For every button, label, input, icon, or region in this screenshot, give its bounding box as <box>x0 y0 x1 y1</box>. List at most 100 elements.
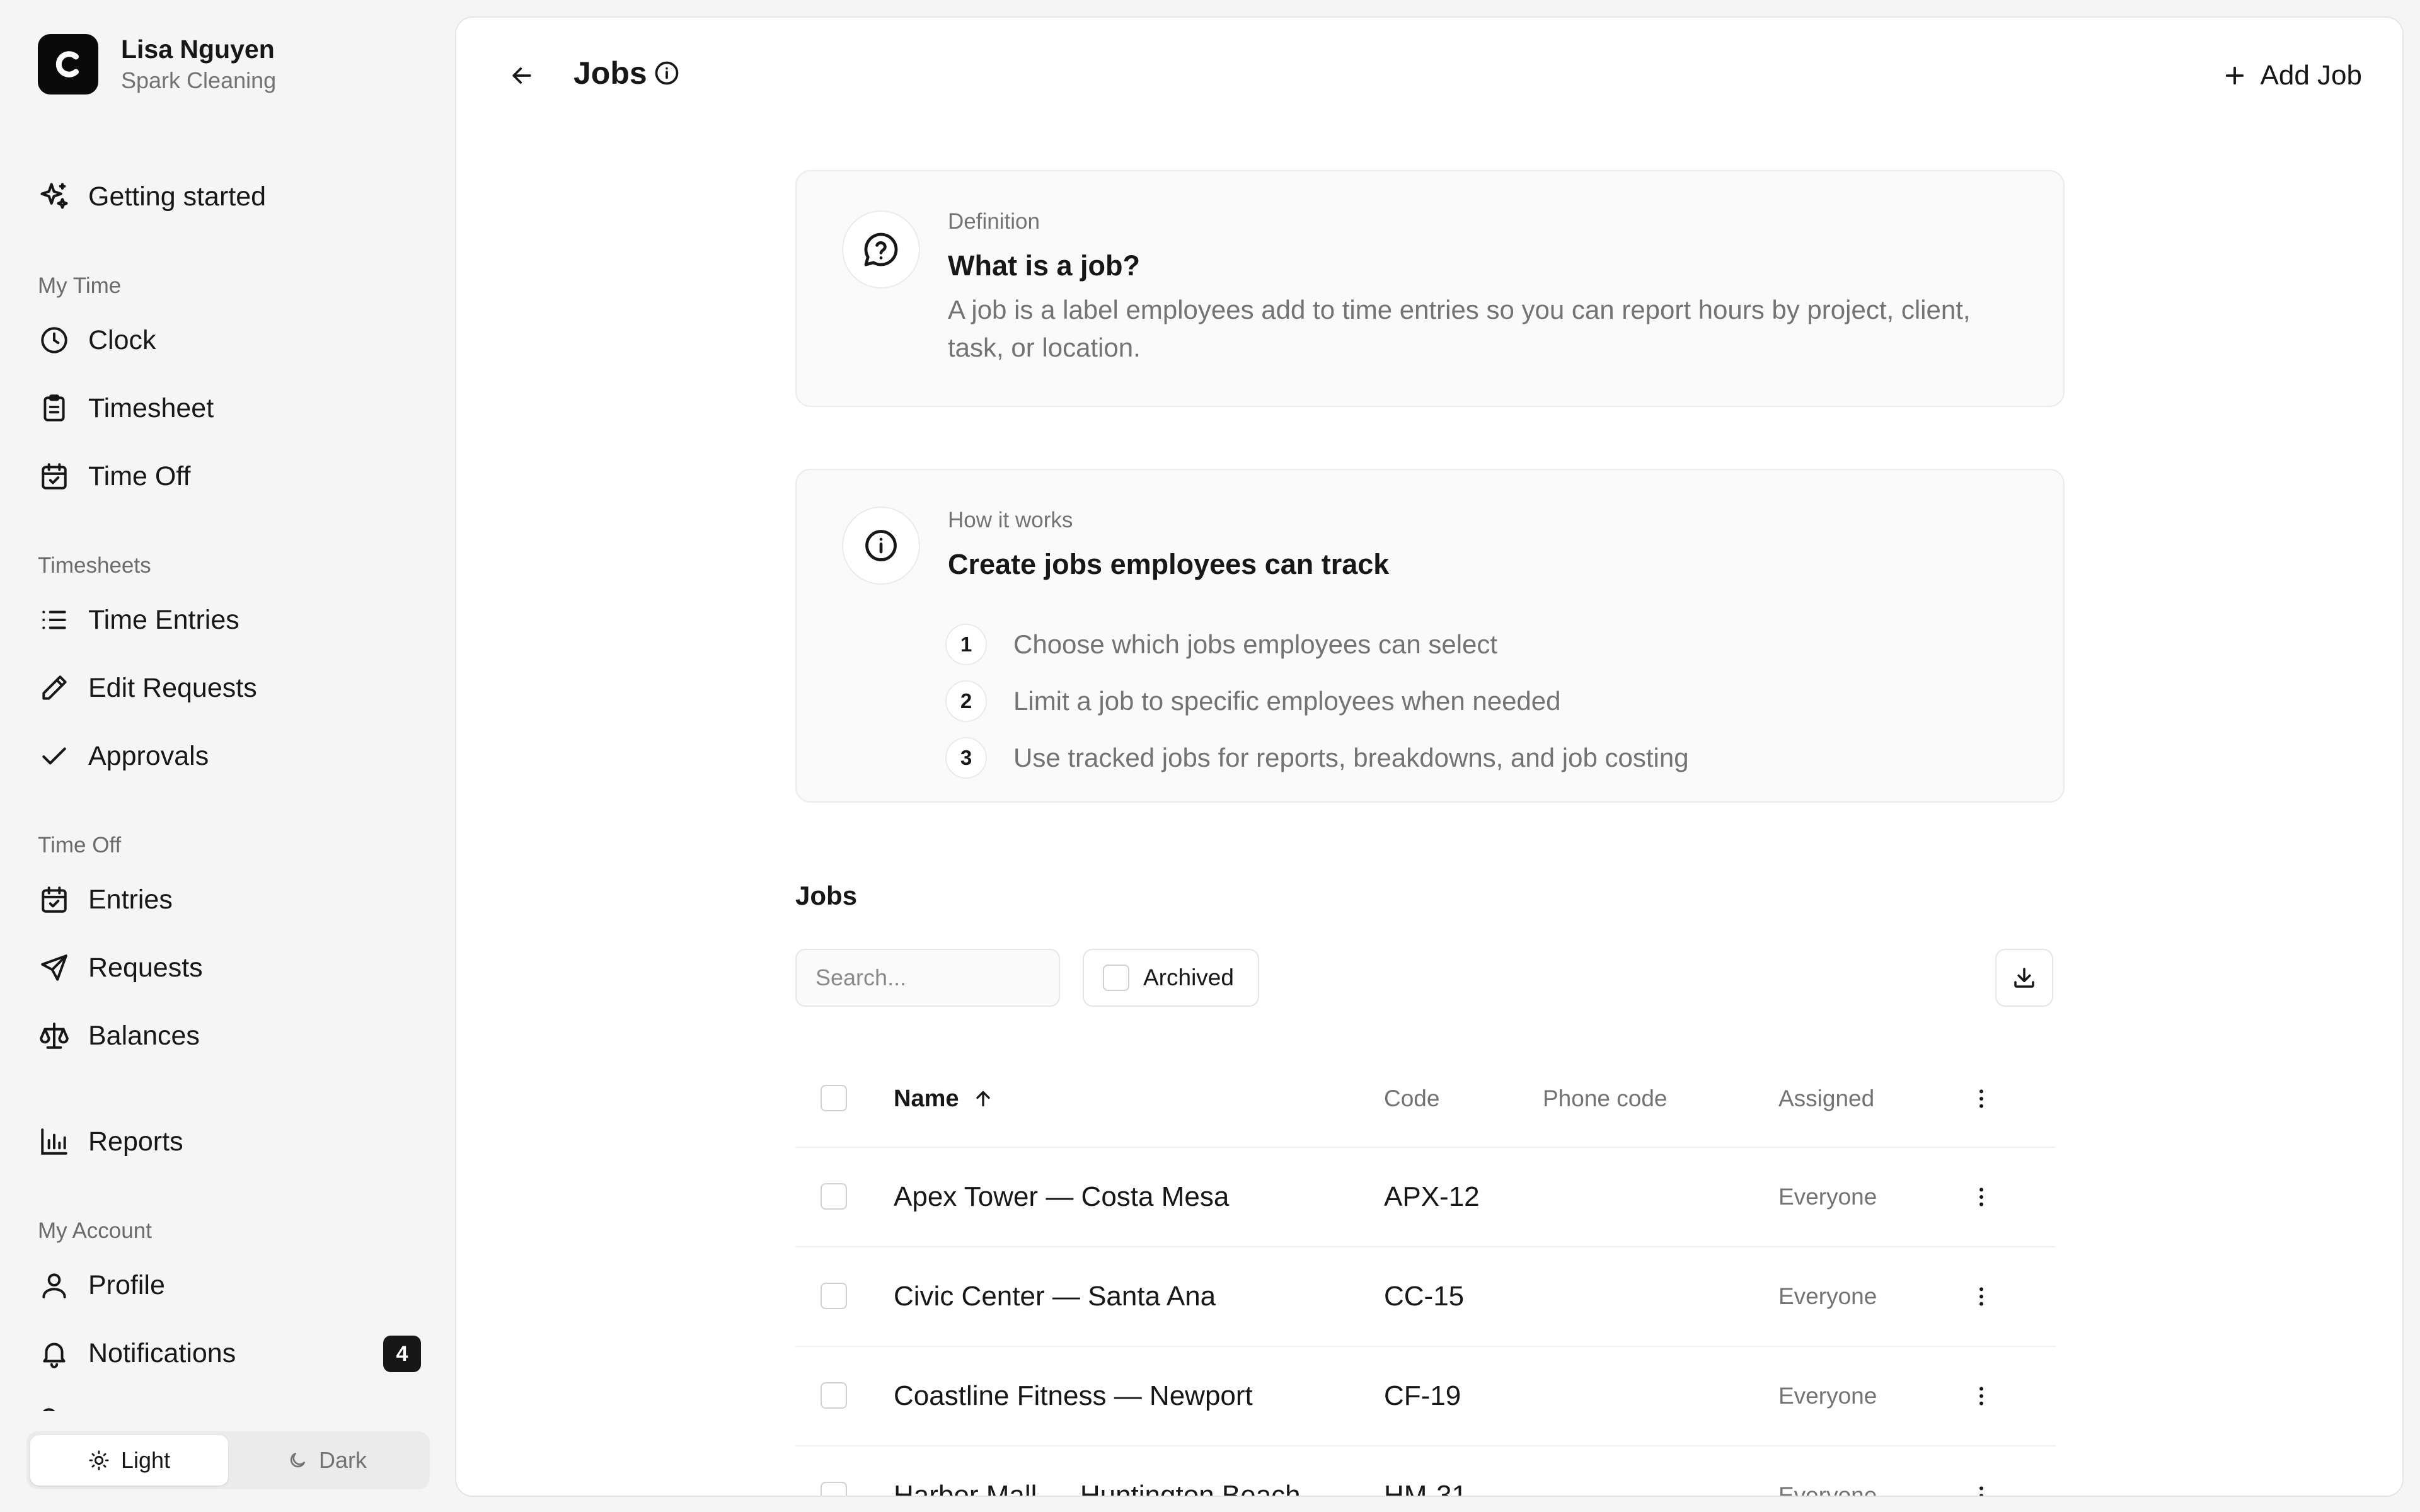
job-name: Apex Tower — Costa Mesa <box>894 1181 1230 1212</box>
column-label: Name <box>894 1085 959 1112</box>
archived-checkbox[interactable] <box>1103 965 1129 991</box>
theme-light-label: Light <box>120 1447 171 1473</box>
step-text: Choose which jobs employees can select <box>1013 629 1498 659</box>
moon-icon <box>290 1453 305 1468</box>
sidebar-item-label: Entries <box>88 884 173 915</box>
theme-dark-button[interactable]: Dark <box>228 1435 426 1486</box>
sidebar-item-time-entries[interactable]: Time Entries <box>28 591 431 649</box>
select-all-checkbox[interactable] <box>821 1085 847 1111</box>
sidebar-item-profile[interactable]: Profile <box>28 1256 431 1314</box>
info-icon[interactable] <box>653 59 681 90</box>
send-icon <box>38 951 71 984</box>
sun-icon <box>89 1450 109 1470</box>
arrow-left-icon <box>512 67 531 84</box>
row-menu-button[interactable] <box>1961 1446 2002 1496</box>
column-header-assigned[interactable]: Assigned <box>1778 1051 1874 1147</box>
sidebar-item-label: Clock <box>88 324 156 355</box>
row-menu-button[interactable] <box>1961 1347 2002 1445</box>
sidebar-item-requests[interactable]: Requests <box>28 939 431 997</box>
sidebar-item-label: Notifications <box>88 1337 236 1368</box>
sidebar-nav: Getting started My Time Clock Timesheet <box>0 0 455 1411</box>
add-job-label: Add Job <box>2260 60 2362 91</box>
sidebar-item-approvals[interactable]: Approvals <box>28 727 431 785</box>
job-code: CF-19 <box>1384 1380 1461 1411</box>
search-input[interactable] <box>795 949 1060 1007</box>
job-code: HM-31 <box>1384 1480 1468 1497</box>
sidebar-item-label: API Keys <box>88 1406 200 1412</box>
sidebar-item-balances[interactable]: Balances <box>28 1007 431 1065</box>
check-icon <box>38 740 71 772</box>
definition-eyebrow: Definition <box>948 209 1040 234</box>
table-row[interactable]: Harbor Mall — Huntington Beach HM-31 Eve… <box>795 1446 2056 1497</box>
job-assigned: Everyone <box>1778 1482 1877 1497</box>
more-vertical-icon <box>1979 1387 1983 1406</box>
sidebar-item-notifications[interactable]: Notifications 4 <box>28 1324 431 1382</box>
column-header-code[interactable]: Code <box>1384 1051 1439 1147</box>
list-icon <box>38 604 71 636</box>
section-my-account: My Account <box>38 1218 152 1243</box>
download-button[interactable] <box>1995 949 2053 1007</box>
step-number: 2 <box>945 680 987 722</box>
more-vertical-icon <box>1979 1089 1983 1108</box>
clock-icon <box>38 324 71 357</box>
sidebar-item-label: Reports <box>88 1126 183 1157</box>
row-checkbox[interactable] <box>821 1482 847 1496</box>
job-assigned: Everyone <box>1778 1383 1877 1409</box>
definition-body: A job is a label employees add to time e… <box>948 295 1971 362</box>
back-button[interactable] <box>502 55 542 96</box>
row-checkbox[interactable] <box>821 1283 847 1309</box>
table-header-row: Name Code Phone code Assigned <box>795 1051 2056 1148</box>
job-code: CC-15 <box>1384 1281 1465 1312</box>
sparkles-icon <box>38 180 71 213</box>
sidebar-item-clock[interactable]: Clock <box>28 311 431 369</box>
table-row[interactable]: Coastline Fitness — Newport CF-19 Everyo… <box>795 1347 2056 1446</box>
sidebar-item-api-keys[interactable]: API Keys <box>28 1392 431 1411</box>
step-number: 3 <box>945 737 987 779</box>
workspace-header[interactable]: Lisa Nguyen Spark Cleaning <box>38 33 276 96</box>
job-name: Civic Center — Santa Ana <box>894 1281 1216 1312</box>
sidebar-item-label: Time Off <box>88 461 191 491</box>
sidebar-item-time-off[interactable]: Time Off <box>28 447 431 505</box>
sidebar-item-edit-requests[interactable]: Edit Requests <box>28 659 431 717</box>
sidebar-item-getting-started[interactable]: Getting started <box>28 168 431 226</box>
user-name: Lisa Nguyen <box>121 35 275 64</box>
how-step: 3 Use tracked jobs for reports, breakdow… <box>945 737 1689 779</box>
row-checkbox[interactable] <box>821 1183 847 1210</box>
archived-label: Archived <box>1143 965 1234 990</box>
bar-chart-icon <box>38 1125 71 1158</box>
organization-name: Spark Cleaning <box>121 67 277 93</box>
pencil-icon <box>38 672 71 704</box>
page-title: Jobs <box>573 55 647 91</box>
add-job-button[interactable]: Add Job <box>2221 50 2362 101</box>
bell-icon <box>38 1337 71 1370</box>
calendar-check-icon <box>38 460 71 493</box>
plus-icon <box>2225 66 2244 85</box>
table-row[interactable]: Apex Tower — Costa Mesa APX-12 Everyone <box>795 1148 2056 1247</box>
sidebar-item-entries[interactable]: Entries <box>28 871 431 929</box>
sidebar: Getting started My Time Clock Timesheet <box>0 0 455 1512</box>
more-vertical-icon <box>1979 1188 1983 1206</box>
sidebar-item-label: Timesheet <box>88 392 214 423</box>
download-icon <box>2014 968 2034 988</box>
sidebar-item-reports[interactable]: Reports <box>28 1113 431 1171</box>
columns-menu-button[interactable] <box>1961 1051 2002 1147</box>
step-number: 1 <box>945 624 987 665</box>
key-icon <box>38 1405 71 1411</box>
definition-title: What is a job? <box>948 249 1141 282</box>
row-checkbox[interactable] <box>821 1382 847 1409</box>
theme-light-button[interactable]: Light <box>30 1435 228 1486</box>
sidebar-item-timesheet[interactable]: Timesheet <box>28 379 431 437</box>
column-header-phone-code[interactable]: Phone code <box>1543 1051 1668 1147</box>
job-code: APX-12 <box>1384 1181 1480 1212</box>
table-row[interactable]: Civic Center — Santa Ana CC-15 Everyone <box>795 1247 2056 1347</box>
more-vertical-icon <box>1979 1287 1983 1306</box>
row-menu-button[interactable] <box>1961 1148 2002 1246</box>
page-header: Jobs Add Job <box>456 18 2402 125</box>
column-header-name[interactable]: Name <box>894 1051 994 1147</box>
step-text: Limit a job to specific employees when n… <box>1013 686 1561 716</box>
row-menu-button[interactable] <box>1961 1247 2002 1346</box>
scale-icon <box>38 1019 71 1052</box>
job-assigned: Everyone <box>1778 1283 1877 1309</box>
archived-filter[interactable]: Archived <box>1083 949 1259 1007</box>
calendar-check-icon <box>38 883 71 916</box>
